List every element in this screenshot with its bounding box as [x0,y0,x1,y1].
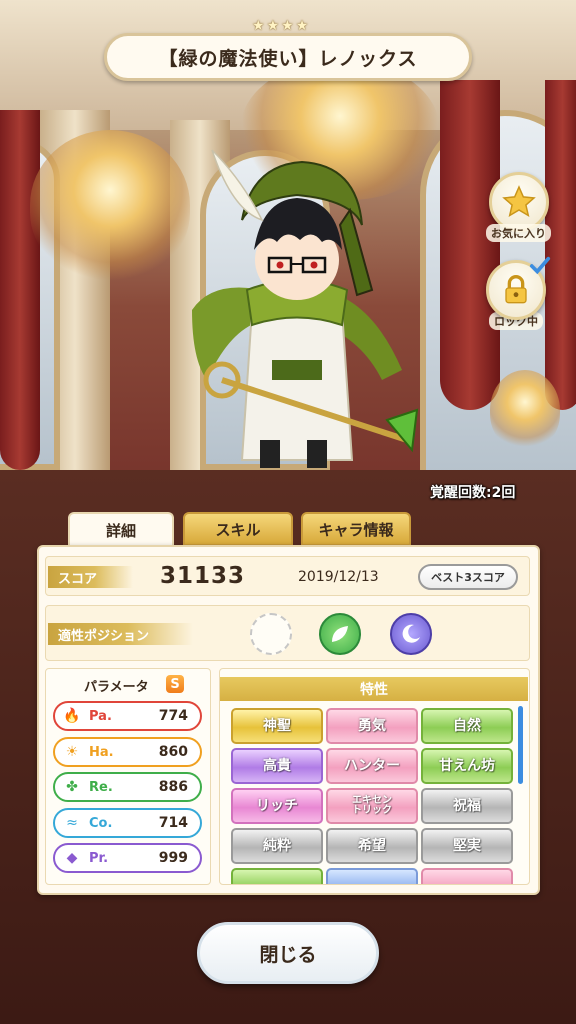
curtain-far-right [545,80,576,410]
param-value: 860 [158,744,188,760]
moon-position-icon [390,613,432,655]
clover-icon: ✤ [66,779,78,795]
param-value: 714 [158,815,188,831]
diamond-icon: ◆ [66,850,78,866]
trait-badge[interactable]: 希望 [326,828,418,864]
star-icon: ★ [281,18,294,34]
param-ha: ☀ Ha. 860 [53,737,202,767]
param-name: Co. [89,815,113,831]
param-name: Re. [89,779,113,795]
score-date: 2019/12/13 [298,569,379,585]
curtain-left [0,110,40,470]
trait-badge-partial[interactable] [421,868,513,884]
character-sprite [192,149,419,468]
trait-badge[interactable]: 勇気 [326,708,418,744]
lock-button[interactable]: ロック中 [486,256,551,330]
tab-details[interactable]: 詳細 [68,512,174,546]
rarity-stars: ★ ★ ★ ★ [252,18,308,34]
trait-badge[interactable]: 祝福 [421,788,513,824]
param-value: 774 [158,708,188,724]
character-name: 【緑の魔法使い】レノックス [158,47,418,70]
character-name-banner: 【緑の魔法使い】レノックス [104,33,472,81]
trait-badge[interactable]: 自然 [421,708,513,744]
favorite-button[interactable]: お気に入り [486,172,551,242]
tab-skill-label: スキル [215,520,261,539]
favorite-button-circle[interactable] [488,172,549,232]
score-label: スコア [48,566,133,588]
trait-badge[interactable]: ハンター [326,748,418,784]
param-value: 999 [158,850,188,866]
curtain-right [440,80,500,410]
param-name: Ha. [89,744,114,760]
param-re: ✤ Re. 886 [53,772,202,802]
sun-icon: ☀ [65,744,79,760]
moon-icon [402,624,420,643]
parameter-rank-badge: S [166,675,184,693]
traits-scrollbar[interactable] [518,706,523,784]
trait-badge[interactable]: 高貴 [231,748,323,784]
lock-button-circle[interactable] [486,256,551,320]
star-icon [501,185,536,218]
awakening-count: 覚醒回数:2回 [430,485,516,501]
traits-title: 特性 [220,677,528,701]
tab-character-info[interactable]: キャラ情報 [301,512,411,546]
trait-badge[interactable]: 神聖 [231,708,323,744]
trait-badge[interactable]: 甘えん坊 [421,748,513,784]
empty-position-icon [250,613,292,655]
score-value: 31133 [160,563,246,589]
param-pa: 🔥 Pa. 774 [53,701,202,731]
param-co: ≈ Co. 714 [53,808,202,838]
trait-badge[interactable]: 堅実 [421,828,513,864]
checkmark-icon [529,256,551,275]
leaf-position-icon [319,613,361,655]
chandelier-left [30,130,190,280]
best-3-score-button[interactable]: ベスト3スコア [418,564,518,590]
close-button[interactable]: 閉じる [197,922,379,984]
trait-badge[interactable]: リッチ [231,788,323,824]
candelabra-right [490,370,560,450]
star-icon: ★ [266,18,280,34]
position-label: 適性ポジション [48,623,193,645]
wind-icon: ≈ [66,815,78,831]
parameters-title: パラメータ [84,680,149,695]
tab-character-info-label: キャラ情報 [318,520,394,539]
favorite-label: お気に入り [486,224,551,242]
lock-icon [505,275,527,304]
star-icon: ★ [252,18,265,34]
flame-icon: 🔥 [63,708,81,724]
tab-skill[interactable]: スキル [183,512,293,546]
tab-details-label: 詳細 [105,521,136,540]
star-icon: ★ [295,18,309,34]
param-pr: ◆ Pr. 999 [53,843,202,873]
param-value: 886 [158,779,188,795]
traits-list[interactable]: 神聖 勇気 自然 高貴 ハンター 甘えん坊 リッチ エキセン トリック 祝福 純粋… [226,706,516,884]
trait-badge-partial[interactable] [326,868,418,884]
param-name: Pr. [89,850,109,866]
leaf-icon [332,626,348,642]
trait-badge[interactable]: エキセン トリック [326,788,418,824]
trait-badge-partial[interactable] [231,868,323,884]
trait-badge[interactable]: 純粋 [231,828,323,864]
param-name: Pa. [89,708,112,724]
